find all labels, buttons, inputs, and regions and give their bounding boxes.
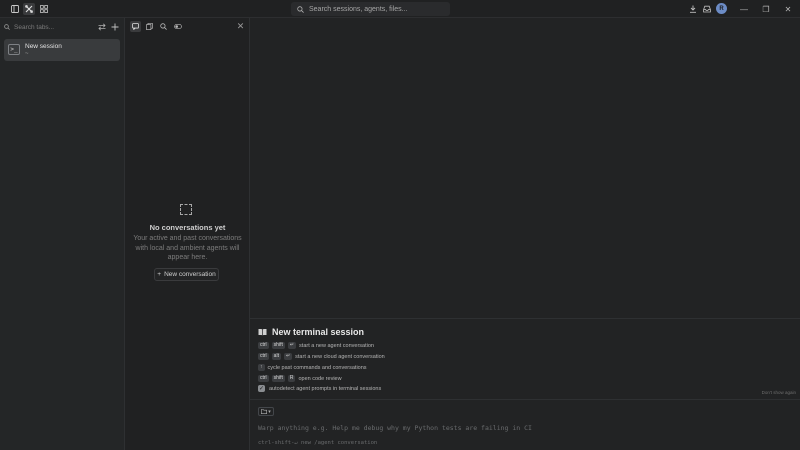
conversations-panel: ✕ No conversations yet Your active and p… <box>125 18 250 450</box>
session-tab-name: New session <box>25 43 62 50</box>
terminal-session-title-row: New terminal session <box>258 327 364 337</box>
session-tab-new-session[interactable]: >_ New session ~ <box>4 39 120 61</box>
tabs-panel: Search tabs... >_ New session ~ <box>0 18 125 450</box>
global-search-input[interactable]: Search sessions, agents, files... <box>291 2 450 16</box>
hint-new-cloud-agent: ctrl alt ↵ start a new cloud agent conve… <box>258 353 385 360</box>
hint-code-review: ctrl shift R open code review <box>258 375 342 382</box>
dont-show-again-link[interactable]: Don't show again <box>762 390 796 395</box>
new-terminal-session-card: New terminal session ctrl shift ↵ start … <box>250 318 800 398</box>
key-ctrl: ctrl <box>258 353 269 360</box>
key-shift: shift <box>271 375 285 382</box>
chevron-down-icon: ▾ <box>268 408 271 415</box>
autodetect-label: autodetect agent prompts in terminal ses… <box>269 385 382 392</box>
global-search-placeholder: Search sessions, agents, files... <box>309 5 408 13</box>
key-enter: ↵ <box>283 353 293 360</box>
terminal-main: New terminal session ctrl shift ↵ start … <box>250 18 800 450</box>
hint-new-agent: ctrl shift ↵ start a new agent conversat… <box>258 342 374 349</box>
minimize-icon[interactable]: — <box>738 3 750 15</box>
empty-state-description: Your active and past conversations with … <box>133 235 242 262</box>
key-alt: alt <box>271 353 281 360</box>
key-ctrl: ctrl <box>258 342 269 349</box>
search-icon <box>297 5 304 13</box>
empty-state-title: No conversations yet <box>149 223 226 232</box>
restore-icon[interactable]: ❐ <box>760 3 772 15</box>
new-conversation-label: New conversation <box>164 271 216 278</box>
autodetect-checkbox-row[interactable]: ✓ autodetect agent prompts in terminal s… <box>258 385 381 392</box>
key-enter: ↵ <box>287 342 297 349</box>
directory-chip[interactable]: ▾ <box>258 407 274 416</box>
search-conversations-icon[interactable] <box>158 21 169 32</box>
key-up: ↑ <box>258 364 265 371</box>
avatar[interactable]: R <box>716 3 727 14</box>
prompt-placeholder: Warp anything e.g. Help me debug why my … <box>258 424 532 432</box>
hint-cycle-commands: ↑ cycle past commands and conversations <box>258 364 367 371</box>
toggle-icon[interactable] <box>172 21 183 32</box>
conversations-tab-icon[interactable] <box>130 21 141 32</box>
hint-text: start a new cloud agent conversation <box>295 353 385 360</box>
search-icon <box>4 24 10 30</box>
inbox-icon[interactable] <box>701 3 713 15</box>
prompt-shortcut-hint: ctrl-shift-↵ new /agent conversation <box>258 440 378 446</box>
hint-text: open code review <box>298 375 342 382</box>
new-conversation-button[interactable]: + New conversation <box>154 268 219 281</box>
tabs-search-placeholder: Search tabs... <box>14 23 55 31</box>
title-bar: Search sessions, agents, files... R — ❐ … <box>0 0 800 18</box>
files-tab-icon[interactable] <box>144 21 155 32</box>
sidebar-toggle-icon[interactable] <box>9 3 21 15</box>
key-r: R <box>287 375 296 382</box>
close-icon[interactable]: ✕ <box>782 3 794 15</box>
session-tab-path: ~ <box>25 51 29 57</box>
folder-icon <box>261 409 268 414</box>
close-panel-icon[interactable]: ✕ <box>235 21 246 32</box>
command-icon[interactable] <box>23 3 35 15</box>
hint-text: cycle past commands and conversations <box>267 364 367 371</box>
key-shift: shift <box>271 342 285 349</box>
empty-state-icon <box>180 204 192 215</box>
tabs-search-input[interactable]: Search tabs... <box>4 21 94 33</box>
prompt-input-area[interactable]: ▾ Warp anything e.g. Help me debug why m… <box>250 399 800 450</box>
swap-icon[interactable] <box>96 21 107 32</box>
grid-icon[interactable] <box>38 3 50 15</box>
key-ctrl: ctrl <box>258 375 269 382</box>
hint-text: start a new agent conversation <box>299 342 374 349</box>
terminal-icon: >_ <box>8 44 20 55</box>
check-icon[interactable]: ✓ <box>258 385 265 392</box>
plus-icon: + <box>157 271 162 278</box>
add-tab-icon[interactable] <box>109 21 120 32</box>
terminal-session-title: New terminal session <box>272 327 365 337</box>
book-icon <box>258 329 267 336</box>
download-icon[interactable] <box>687 3 699 15</box>
